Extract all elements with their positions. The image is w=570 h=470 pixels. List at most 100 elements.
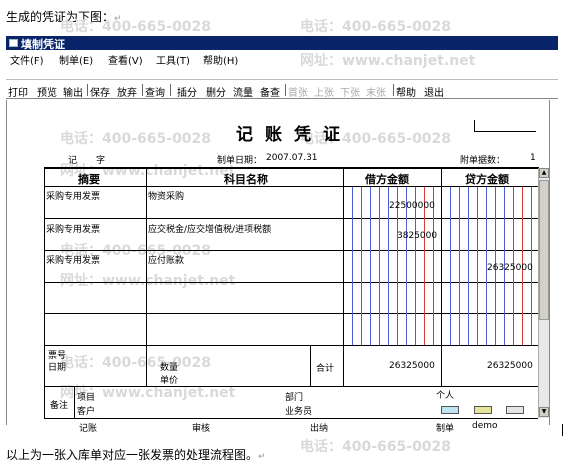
remark-label: 备注 xyxy=(50,401,69,411)
return-mark-icon: ↵ xyxy=(258,452,266,462)
maker-name: demo xyxy=(472,421,498,431)
date-label: 制单日期： xyxy=(217,156,263,166)
table-line xyxy=(74,386,75,418)
attach-label: 附单据数： xyxy=(460,156,506,166)
row-debit[interactable]: 22500000 xyxy=(389,201,435,211)
table-line xyxy=(44,345,538,346)
delete-entry-button[interactable]: 删分 xyxy=(206,84,226,99)
search-icon[interactable] xyxy=(506,406,524,414)
person-label: 个人 xyxy=(436,391,455,401)
customer-label: 客户 xyxy=(77,407,96,417)
table-line xyxy=(44,282,538,283)
last-page-button[interactable]: 末张 xyxy=(366,84,386,99)
watermark-phone: 电话：400-665-0028 xyxy=(300,19,452,35)
window-title: 填制凭证 xyxy=(21,38,65,51)
voucher-number-label: 字 xyxy=(96,156,106,166)
insert-entry-button[interactable]: 插分 xyxy=(177,84,197,99)
voucher-title: 记账凭证 xyxy=(236,125,352,145)
discard-button[interactable]: 放弃 xyxy=(117,84,137,99)
toolbar-separator xyxy=(285,84,286,96)
row-summary[interactable]: 采购专用发票 xyxy=(46,189,100,202)
cashier-label: 出纳 xyxy=(310,424,329,434)
digit-line xyxy=(361,187,362,345)
cash-flow-button[interactable]: 流量 xyxy=(233,84,253,99)
folder-icon[interactable] xyxy=(474,406,492,414)
column-summary: 摘要 xyxy=(78,173,100,186)
total-credit: 26325000 xyxy=(487,361,533,371)
note-button[interactable]: 备查 xyxy=(260,84,280,99)
dept-label: 部门 xyxy=(285,393,304,403)
table-line xyxy=(44,313,538,314)
menu-file[interactable]: 文件(F) xyxy=(10,52,44,67)
export-button[interactable]: 输出 xyxy=(63,84,83,99)
row-credit[interactable]: 26325000 xyxy=(487,263,533,273)
digit-line xyxy=(370,187,371,345)
scroll-down-icon[interactable]: ▼ xyxy=(539,407,549,417)
row-account[interactable]: 应交税金/应交增值税/进项税额 xyxy=(148,222,271,235)
table-line xyxy=(310,345,311,386)
watermark-site: 网址：www.chanjet.net xyxy=(300,53,476,69)
row-summary[interactable]: 采购专用发票 xyxy=(46,222,100,235)
bookkeeper-label: 记账 xyxy=(79,424,98,434)
project-label: 项目 xyxy=(77,393,96,403)
digit-line xyxy=(468,187,469,345)
scrollbar-thumb[interactable] xyxy=(539,180,549,320)
column-credit: 贷方金额 xyxy=(465,173,509,186)
preview-button[interactable]: 预览 xyxy=(37,84,57,99)
menu-tools[interactable]: 工具(T) xyxy=(156,52,190,67)
menu-view[interactable]: 查看(V) xyxy=(108,52,143,67)
table-line xyxy=(44,218,538,219)
prev-page-button[interactable]: 上张 xyxy=(314,84,334,99)
unit-price-label: 单价 xyxy=(160,376,179,386)
menu-help[interactable]: 帮助(H) xyxy=(203,52,238,67)
table-line xyxy=(146,167,147,386)
first-page-button[interactable]: 首张 xyxy=(288,84,308,99)
row-account[interactable]: 应付账款 xyxy=(148,253,184,266)
total-label: 合计 xyxy=(316,364,335,374)
next-page-button[interactable]: 下张 xyxy=(340,84,360,99)
table-line xyxy=(441,167,442,386)
ticket-date-label: 日期 xyxy=(48,363,67,373)
table-line xyxy=(44,186,538,187)
row-debit[interactable]: 3825000 xyxy=(397,231,437,241)
toolbar-separator xyxy=(170,84,171,96)
row-account[interactable]: 物资采购 xyxy=(148,189,184,202)
attach-count[interactable]: 1 xyxy=(530,153,536,163)
table-line xyxy=(44,418,538,419)
maker-label: 制单 xyxy=(436,424,455,434)
voucher-type[interactable]: 记 xyxy=(68,153,77,166)
card-icon[interactable] xyxy=(441,406,459,414)
voucher-date[interactable]: 2007.07.31 xyxy=(266,153,318,163)
watermark-phone: 电话：400-665-0028 xyxy=(60,355,212,371)
digit-line xyxy=(477,187,478,345)
voucher-number-box[interactable] xyxy=(474,120,536,132)
vertical-scrollbar[interactable]: ▲ ▼ xyxy=(538,168,549,418)
salesman-label: 业务员 xyxy=(285,407,313,417)
query-button[interactable]: 查询 xyxy=(145,84,165,99)
table-border xyxy=(44,167,45,418)
toolbar: 打印 预览 输出 保存 放弃 查询 插分 删分 流量 备查 首张 上张 下张 末… xyxy=(6,81,558,99)
print-button[interactable]: 打印 xyxy=(8,84,28,99)
digit-line xyxy=(459,187,460,345)
digit-line xyxy=(352,187,353,345)
exit-button[interactable]: 退出 xyxy=(424,84,444,99)
help-button[interactable]: 帮助 xyxy=(396,84,416,99)
watermark-phone: 电话：400-665-0028 xyxy=(300,439,452,455)
digit-line xyxy=(450,187,451,345)
toolbar-separator xyxy=(142,84,143,96)
row-summary[interactable]: 采购专用发票 xyxy=(46,253,100,266)
total-debit: 26325000 xyxy=(389,361,435,371)
watermark-site: 网址：www.chanjet.net xyxy=(60,273,236,289)
scroll-up-icon[interactable]: ▲ xyxy=(539,168,549,178)
table-line xyxy=(343,167,344,386)
app-icon xyxy=(9,39,18,47)
toolbar-separator xyxy=(87,84,88,96)
outro-paragraph: 以上为一张入库单对应一张发票的处理流程图。↵ xyxy=(6,446,266,463)
quantity-label: 数量 xyxy=(160,363,179,373)
outro-text: 以上为一张入库单对应一张发票的处理流程图。 xyxy=(6,448,259,462)
toolbar-separator xyxy=(393,84,394,96)
table-line xyxy=(44,386,538,387)
digit-line xyxy=(379,187,380,345)
menu-make[interactable]: 制单(E) xyxy=(59,52,93,67)
save-button[interactable]: 保存 xyxy=(90,84,110,99)
